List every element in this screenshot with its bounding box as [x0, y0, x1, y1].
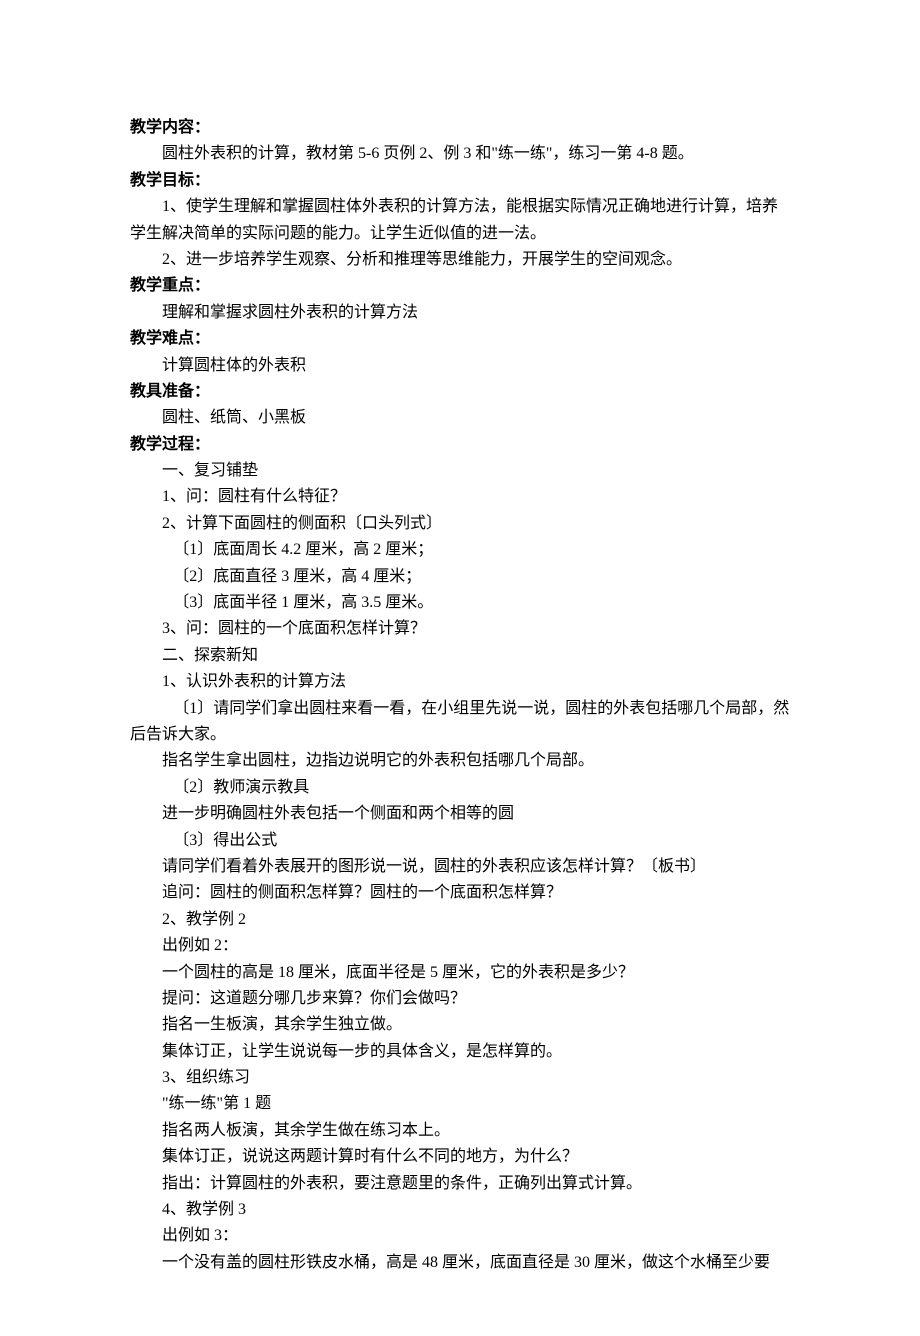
- body-text: 请同学们看着外表展开的图形说一说，圆柱的外表积应该怎样计算？〔板书〕: [130, 854, 790, 880]
- body-text: 3、组织练习: [130, 1065, 790, 1091]
- text: 1、使学生理解和掌握圆柱体外表积的计算方法，能根据实际情况正确地进行计算，培养学…: [130, 198, 778, 241]
- colon: ：: [194, 277, 210, 294]
- section-heading-prep: 教具准备：: [130, 379, 790, 405]
- body-text: 〔2〕底面直径 3 厘米，高 4 厘米；: [130, 564, 790, 590]
- body-text: 3、问：圆柱的一个底面积怎样计算？: [130, 616, 790, 642]
- colon: ：: [194, 330, 210, 347]
- body-text: 1、问：圆柱有什么特征？: [130, 484, 790, 510]
- body-text: 指出：计算圆柱的外表积，要注意题里的条件，正确列出算式计算。: [130, 1171, 790, 1197]
- body-text: 〔3〕得出公式: [130, 828, 790, 854]
- document-page: 教学内容： 圆柱外表积的计算，教材第 5-6 页例 2、例 3 和"练一练"，练…: [0, 0, 920, 1336]
- body-text: "练一练"第 1 题: [130, 1091, 790, 1117]
- body-text: 集体订正，让学生说说每一步的具体含义，是怎样算的。: [130, 1039, 790, 1065]
- body-text: 提问：这道题分哪几步来算？你们会做吗？: [130, 986, 790, 1012]
- body-text: 〔1〕底面周长 4.2 厘米，高 2 厘米；: [130, 537, 790, 563]
- body-text: 指名两人板演，其余学生做在练习本上。: [130, 1118, 790, 1144]
- body-text: 出例如 2：: [130, 933, 790, 959]
- body-text: 圆柱外表积的计算，教材第 5-6 页例 2、例 3 和"练一练"，练习一第 4-…: [130, 141, 790, 167]
- body-text: 〔3〕底面半径 1 厘米，高 3.5 厘米。: [130, 590, 790, 616]
- body-text: 2、计算下面圆柱的侧面积〔口头列式〕: [130, 511, 790, 537]
- body-text: 集体订正，说说这两题计算时有什么不同的地方，为什么？: [130, 1144, 790, 1170]
- heading-label: 教学目标: [130, 172, 194, 189]
- body-text: 一个圆柱的高是 18 厘米，底面半径是 5 厘米，它的外表积是多少？: [130, 960, 790, 986]
- body-text: 进一步明确圆柱外表包括一个侧面和两个相等的圆: [130, 801, 790, 827]
- section-heading-goal: 教学目标：: [130, 168, 790, 194]
- section-heading-keypoint: 教学重点：: [130, 273, 790, 299]
- body-text: 二、探索新知: [130, 643, 790, 669]
- heading-label: 教学内容: [130, 119, 194, 136]
- body-text: 计算圆柱体的外表积: [130, 353, 790, 379]
- colon: ：: [194, 436, 210, 453]
- section-heading-process: 教学过程：: [130, 432, 790, 458]
- text: 〔1〕请同学们拿出圆柱来看一看，在小组里先说一说，圆柱的外表包括哪几个局部，然后…: [130, 700, 789, 743]
- heading-label: 教学过程: [130, 436, 194, 453]
- heading-label: 教学难点: [130, 330, 194, 347]
- body-text: 追问：圆柱的侧面积怎样算？圆柱的一个底面积怎样算？: [130, 880, 790, 906]
- body-text: 〔1〕请同学们拿出圆柱来看一看，在小组里先说一说，圆柱的外表包括哪几个局部，然后…: [130, 696, 790, 749]
- body-text: 1、使学生理解和掌握圆柱体外表积的计算方法，能根据实际情况正确地进行计算，培养学…: [130, 194, 790, 247]
- colon: ：: [194, 383, 210, 400]
- body-text: 圆柱、纸筒、小黑板: [130, 405, 790, 431]
- body-text: 4、教学例 3: [130, 1197, 790, 1223]
- body-text: 理解和掌握求圆柱外表积的计算方法: [130, 300, 790, 326]
- body-text: 〔2〕教师演示教具: [130, 775, 790, 801]
- body-text: 2、进一步培养学生观察、分析和推理等思维能力，开展学生的空间观念。: [130, 247, 790, 273]
- colon: ：: [194, 172, 210, 189]
- body-text: 指名学生拿出圆柱，边指边说明它的外表积包括哪几个局部。: [130, 748, 790, 774]
- body-text: 一个没有盖的圆柱形铁皮水桶，高是 48 厘米，底面直径是 30 厘米，做这个水桶…: [130, 1250, 790, 1276]
- body-text: 一、复习铺垫: [130, 458, 790, 484]
- heading-label: 教具准备: [130, 383, 194, 400]
- heading-label: 教学重点: [130, 277, 194, 294]
- body-text: 指名一生板演，其余学生独立做。: [130, 1012, 790, 1038]
- section-heading-difficulty: 教学难点：: [130, 326, 790, 352]
- colon: ：: [194, 119, 210, 136]
- body-text: 1、认识外表积的计算方法: [130, 669, 790, 695]
- section-heading-content: 教学内容：: [130, 115, 790, 141]
- body-text: 出例如 3：: [130, 1223, 790, 1249]
- body-text: 2、教学例 2: [130, 907, 790, 933]
